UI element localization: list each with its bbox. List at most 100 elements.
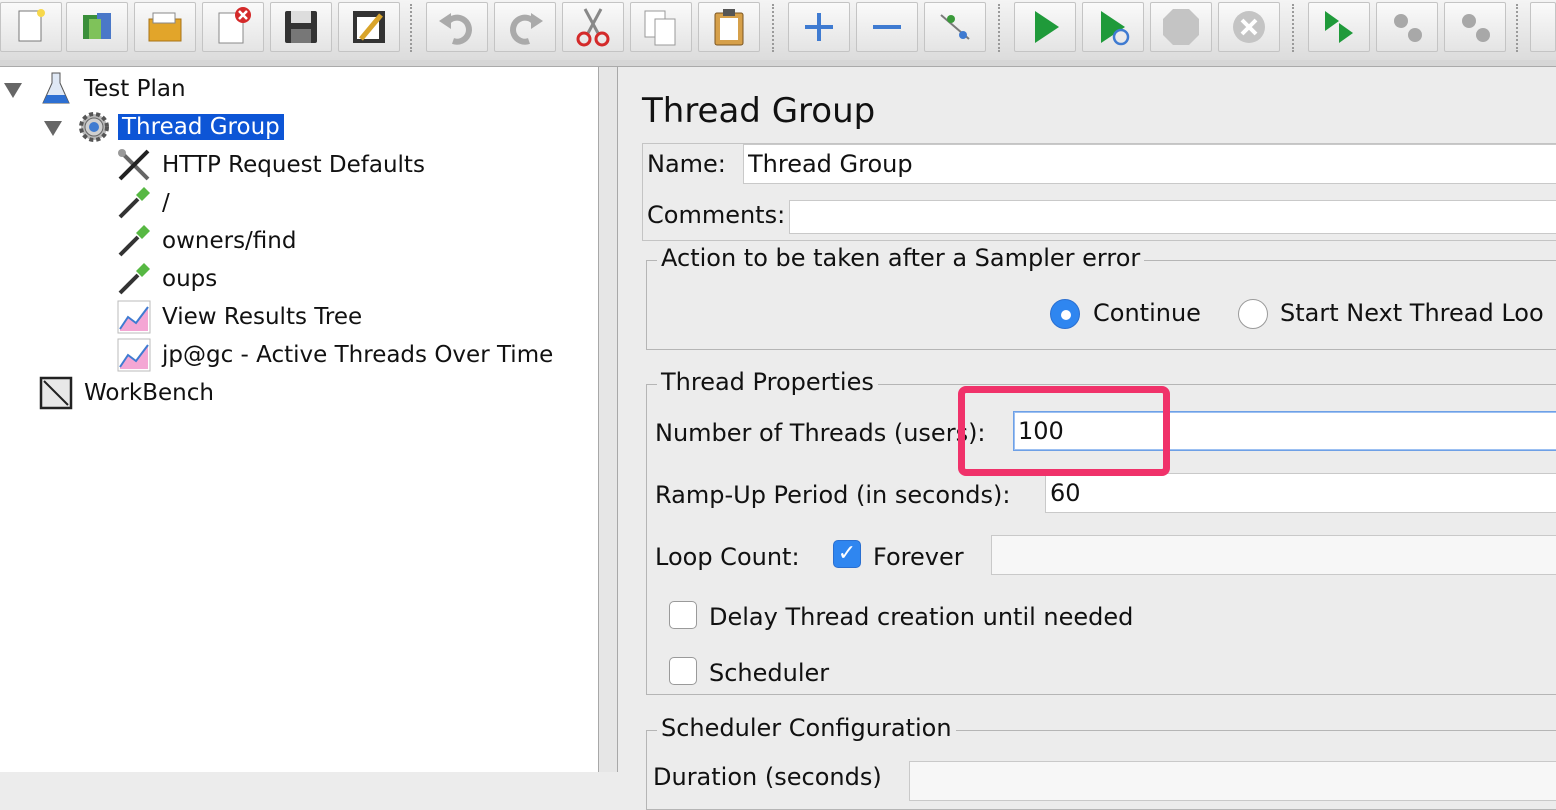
start-no-timers-button[interactable] (1082, 2, 1144, 52)
close-button[interactable] (202, 2, 264, 52)
loop-count-field[interactable] (991, 535, 1556, 575)
tree-item-view-results-tree[interactable]: View Results Tree (116, 299, 366, 335)
remote-start-all-button[interactable] (1308, 2, 1370, 52)
tree-item-label: View Results Tree (162, 304, 363, 330)
sampler-error-legend: Action to be taken after a Sampler error (657, 244, 1145, 272)
tree-item-sampler-root[interactable]: / (116, 185, 174, 221)
duration-label: Duration (seconds) (653, 763, 882, 791)
page-title: Thread Group (642, 91, 876, 131)
templates-button[interactable] (66, 2, 128, 52)
tree-item-oups[interactable]: oups (116, 261, 221, 297)
paste-button[interactable] (698, 2, 760, 52)
tree-item-owners-find[interactable]: owners/find (116, 223, 300, 259)
rampup-field[interactable] (1045, 473, 1556, 513)
tree-item-thread-group[interactable]: Thread Group (76, 109, 284, 145)
test-plan-tree: Test Plan Thread Group HTTP Request Defa… (0, 67, 598, 772)
toolbar-separator (1516, 4, 1520, 52)
new-template-icon (18, 9, 45, 42)
name-field[interactable] (743, 144, 1556, 184)
pipette-icon (118, 187, 150, 219)
delay-thread-creation-checkbox[interactable] (669, 601, 697, 629)
expand-all-button[interactable] (788, 2, 850, 52)
shutdown-icon (1233, 11, 1265, 43)
scheduler-label: Scheduler (709, 659, 830, 687)
pipette-icon (118, 225, 150, 257)
toggle-button[interactable] (924, 2, 986, 52)
name-comments-section: Name: Comments: (642, 143, 1556, 241)
loop-count-label: Loop Count: (655, 543, 800, 571)
start-no-timers-icon (1101, 11, 1130, 46)
gear-icon (79, 112, 109, 142)
tree-item-label: WorkBench (84, 380, 214, 406)
wrench-icon (118, 149, 150, 181)
cut-button[interactable] (562, 2, 624, 52)
remote-shutdown-all-icon (1462, 14, 1490, 42)
tree-item-http-request-defaults[interactable]: HTTP Request Defaults (116, 147, 429, 183)
toolbar-separator (1292, 4, 1296, 52)
forever-checkbox[interactable]: ✓ (833, 540, 861, 568)
shutdown-button[interactable] (1218, 2, 1280, 52)
redo-icon (510, 13, 543, 45)
tree-item-label: jp@gc - Active Threads Over Time (162, 342, 554, 368)
tree-item-label: owners/find (162, 228, 297, 254)
expand-toggle-icon[interactable] (44, 121, 62, 136)
threads-label: Number of Threads (users): (655, 419, 986, 447)
continue-label: Continue (1093, 299, 1201, 327)
duration-field[interactable] (909, 761, 1556, 801)
start-next-thread-loop-radio[interactable] (1238, 299, 1268, 329)
start-next-thread-loop-label: Start Next Thread Loo (1280, 299, 1544, 327)
collapse-all-icon (873, 25, 901, 29)
thread-properties-legend: Thread Properties (657, 368, 878, 396)
redo-button[interactable] (494, 2, 556, 52)
toolbar-separator (772, 4, 776, 52)
continue-radio[interactable] (1050, 299, 1080, 329)
open-icon (148, 12, 182, 42)
undo-button[interactable] (426, 2, 488, 52)
save-as-button[interactable] (338, 2, 400, 52)
copy-icon (644, 10, 676, 46)
toolbar-separator (410, 4, 414, 52)
scheduler-checkbox[interactable] (669, 657, 697, 685)
save-icon (285, 11, 317, 43)
name-label: Name: (647, 150, 726, 178)
toolbar-separator (998, 4, 1002, 52)
chart-icon (117, 300, 151, 334)
pipette-icon (118, 263, 150, 295)
scheduler-config-legend: Scheduler Configuration (657, 714, 956, 742)
rampup-label: Ramp-Up Period (in seconds): (655, 481, 1011, 509)
panel-splitter[interactable] (598, 67, 618, 772)
save-button[interactable] (270, 2, 332, 52)
flask-icon (42, 72, 70, 104)
expand-toggle-icon[interactable] (4, 83, 22, 98)
more-tools-button[interactable] (1530, 2, 1556, 52)
close-icon (218, 7, 251, 44)
stop-button[interactable] (1150, 2, 1212, 52)
start-icon (1035, 11, 1059, 43)
tree-item-label: oups (162, 266, 218, 292)
expand-all-icon (805, 13, 833, 41)
start-button[interactable] (1014, 2, 1076, 52)
tree-item-label: HTTP Request Defaults (162, 152, 425, 178)
collapse-all-button[interactable] (856, 2, 918, 52)
remote-stop-all-button[interactable] (1376, 2, 1438, 52)
stop-icon (1163, 9, 1199, 45)
cut-icon (576, 8, 610, 47)
annotation-highlight (958, 386, 1170, 476)
open-button[interactable] (134, 2, 196, 52)
remote-shutdown-all-button[interactable] (1444, 2, 1506, 52)
tree-item-workbench[interactable]: WorkBench (38, 375, 218, 411)
remote-stop-all-icon (1394, 14, 1422, 42)
tree-item-active-threads-over-time[interactable]: jp@gc - Active Threads Over Time (116, 337, 557, 373)
remote-start-all-icon (1325, 11, 1353, 43)
copy-button[interactable] (630, 2, 692, 52)
workbench-icon (39, 376, 73, 410)
save-as-icon (353, 11, 385, 43)
new-template-button[interactable] (0, 2, 62, 52)
paste-icon (714, 9, 744, 46)
templates-icon (83, 13, 111, 39)
comments-field[interactable] (789, 200, 1556, 234)
forever-label: Forever (873, 543, 964, 571)
tree-item-test-plan[interactable]: Test Plan (38, 71, 190, 107)
tree-item-label: Test Plan (84, 76, 186, 102)
delay-thread-creation-label: Delay Thread creation until needed (709, 603, 1134, 631)
